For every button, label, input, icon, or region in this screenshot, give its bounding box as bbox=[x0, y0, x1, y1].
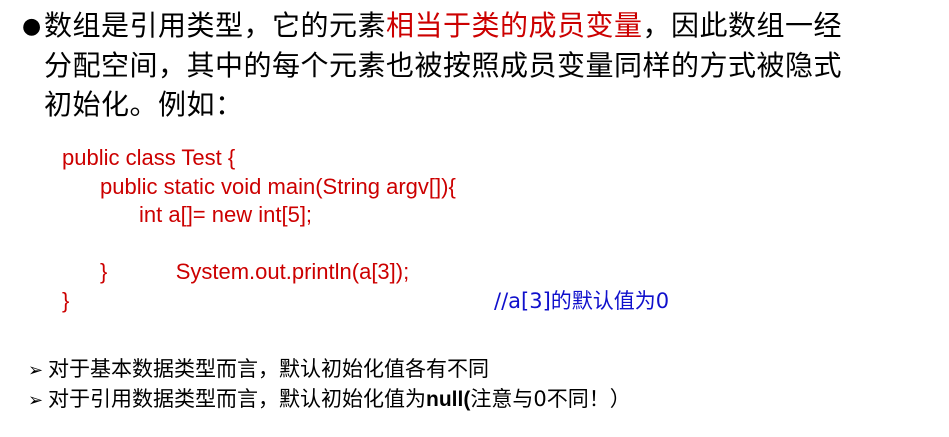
code-block: public class Test { public static void m… bbox=[62, 144, 669, 315]
note-2-text: 对于引用数据类型而言，默认初始化值为 bbox=[48, 387, 426, 411]
code-line-4-statement: System.out.println(a[3]); bbox=[175, 259, 410, 284]
note-item-2: ➢ 对于引用数据类型而言，默认初始化值为null(注意与0不同！） bbox=[28, 385, 631, 415]
notes-list: ➢ 对于基本数据类型而言，默认初始化值各有不同 ➢ 对于引用数据类型而言，默认初始化… bbox=[28, 355, 631, 415]
code-comment: //a[3]的默认值为0 bbox=[494, 288, 670, 313]
note-item-1: ➢ 对于基本数据类型而言，默认初始化值各有不同 bbox=[28, 355, 631, 385]
intro-highlight: 相当于类的成员变量 bbox=[386, 9, 643, 42]
note-1-text: 对于基本数据类型而言，默认初始化值各有不同 bbox=[48, 357, 489, 381]
note-2-null: null( bbox=[426, 388, 471, 411]
code-line-4: System.out.println(a[3]); //a[3]的默认值为0 bbox=[62, 230, 669, 313]
intro-text-part1: 数组是引用类型，它的元素 bbox=[44, 9, 387, 42]
note-2-tail: 注意与0不同！） bbox=[470, 387, 631, 411]
intro-line2: 分配空间，其中的每个元素也被按照成员变量同样的方式被隐式 bbox=[44, 49, 843, 82]
intro-text-part2: ，因此数组一经 bbox=[642, 9, 843, 42]
slide: ●数组是引用类型，它的元素相当于类的成员变量，因此数组一经 分配空间，其中的每个… bbox=[0, 0, 949, 437]
code-line-1: public class Test { bbox=[62, 145, 236, 170]
code-line-2: public static void main(String argv[]){ bbox=[100, 173, 456, 199]
arrow-bullet-icon: ➢ bbox=[28, 390, 44, 411]
intro-paragraph: ●数组是引用类型，它的元素相当于类的成员变量，因此数组一经 分配空间，其中的每个… bbox=[22, 6, 922, 124]
code-line-3: int a[]= new int[5]; bbox=[139, 202, 313, 227]
code-line-6: } bbox=[62, 287, 70, 313]
bullet-icon: ● bbox=[22, 14, 42, 39]
intro-line3: 初始化。例如： bbox=[44, 88, 244, 121]
arrow-bullet-icon: ➢ bbox=[28, 360, 44, 381]
